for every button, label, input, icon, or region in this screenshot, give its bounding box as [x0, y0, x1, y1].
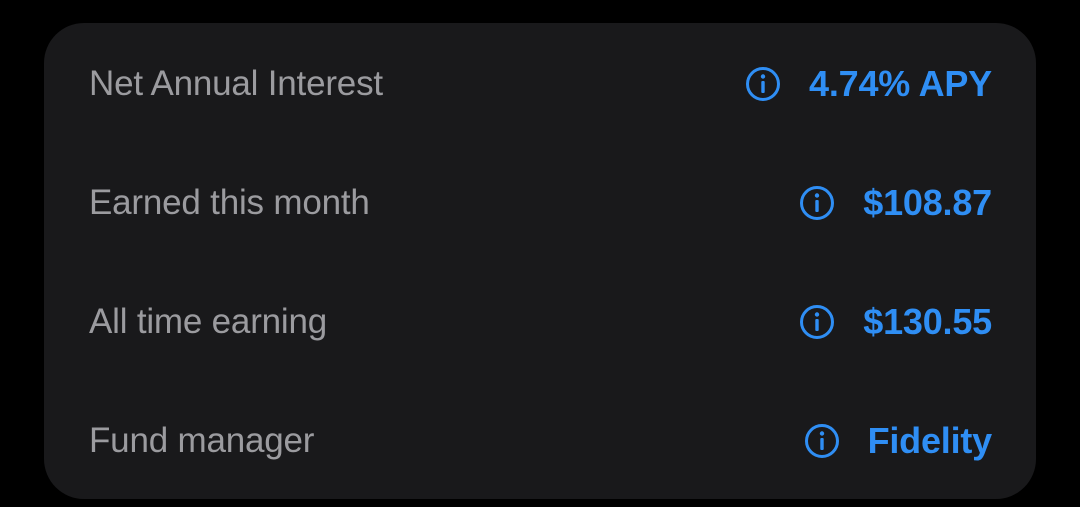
- all-time-earning-value-group: $130.55: [799, 301, 992, 343]
- net-annual-interest-row: Net Annual Interest 4.74% APY: [44, 54, 1036, 114]
- all-time-earning-label: All time earning: [89, 302, 328, 341]
- earned-this-month-value: $108.87: [863, 182, 992, 223]
- earned-this-month-value-group: $108.87: [799, 182, 992, 224]
- fund-manager-label: Fund manager: [89, 421, 315, 460]
- info-icon[interactable]: [804, 423, 840, 459]
- fund-manager-value-group: Fidelity: [804, 420, 992, 462]
- fund-manager-value[interactable]: Fidelity: [868, 420, 993, 462]
- all-time-earning-row: All time earning $130.55: [44, 292, 1036, 352]
- earned-this-month-label: Earned this month: [89, 183, 370, 222]
- interest-summary-card: Net Annual Interest 4.74% APY Earned thi…: [44, 23, 1036, 499]
- all-time-earning-value: $130.55: [863, 301, 992, 342]
- info-icon[interactable]: [745, 66, 781, 102]
- info-icon[interactable]: [799, 304, 835, 340]
- info-icon[interactable]: [799, 185, 835, 221]
- net-annual-interest-value: 4.74% APY: [809, 63, 992, 104]
- net-annual-interest-value-group: 4.74% APY: [745, 63, 992, 105]
- fund-manager-row: Fund manager Fidelity: [44, 411, 1036, 471]
- net-annual-interest-label: Net Annual Interest: [89, 64, 383, 103]
- earned-this-month-row: Earned this month $108.87: [44, 173, 1036, 233]
